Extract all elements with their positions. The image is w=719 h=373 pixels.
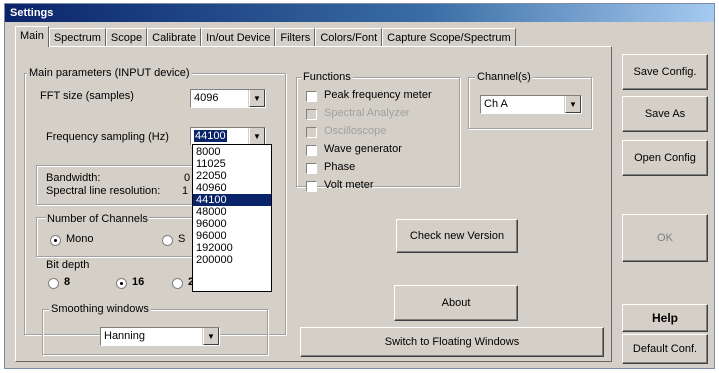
freq-option[interactable]: 96000 [193, 230, 271, 242]
peak-frequency-label: Peak frequency meter [324, 89, 432, 101]
open-config-button[interactable]: Open Config [622, 140, 708, 176]
chevron-down-icon[interactable]: ▼ [565, 96, 581, 113]
freq-option[interactable]: 200000 [193, 254, 271, 266]
stereo-radio[interactable] [162, 235, 173, 246]
check-new-version-button[interactable]: Check new Version [396, 219, 518, 253]
channel-select[interactable]: Ch A ▼ [480, 95, 582, 114]
default-conf-button[interactable]: Default Conf. [622, 334, 708, 364]
spectral-resolution-label: Spectral line resolution: [46, 185, 161, 197]
tab-spectrum[interactable]: Spectrum [48, 28, 106, 47]
freq-option[interactable]: 96000 [193, 218, 271, 230]
tab-strip: Main Spectrum Scope Calibrate In/out Dev… [15, 26, 516, 47]
main-parameters-title: Main parameters (INPUT device) [27, 67, 192, 79]
channels-title: Number of Channels [46, 213, 149, 225]
oscilloscope-label: Oscilloscope [324, 125, 387, 137]
bandwidth-label: Bandwidth: [46, 172, 101, 184]
frequency-sampling-value: 44100 [194, 130, 227, 142]
phase-label: Phase [324, 161, 356, 173]
freq-option[interactable]: 48000 [193, 206, 271, 218]
switch-floating-windows-button[interactable]: Switch to Floating Windows [300, 327, 604, 357]
about-button[interactable]: About [394, 285, 518, 321]
wave-generator-checkbox[interactable] [306, 145, 317, 156]
bit-8-label: 8 [64, 276, 71, 288]
save-config-button[interactable]: Save Config. [622, 54, 708, 90]
fft-size-value: 4096 [194, 92, 219, 104]
settings-window: Settings Main Spectrum Scope Calibrate I… [4, 3, 715, 369]
chevron-down-icon[interactable]: ▼ [249, 90, 265, 107]
freq-option[interactable]: 11025 [193, 158, 271, 170]
bit-depth-title: Bit depth [46, 259, 90, 271]
tab-main[interactable]: Main [15, 26, 49, 47]
mono-label: Mono [66, 233, 94, 245]
freq-option[interactable]: 8000 [193, 146, 271, 158]
save-as-button[interactable]: Save As [622, 96, 708, 132]
smoothing-title: Smoothing windows [49, 303, 151, 315]
frequency-dropdown-list[interactable]: 8000 11025 22050 40960 44100 48000 96000… [192, 144, 272, 292]
stereo-label: S [178, 233, 186, 245]
oscilloscope-checkbox[interactable] [306, 127, 317, 138]
freq-option[interactable]: 192000 [193, 242, 271, 254]
main-tab-panel: Main parameters (INPUT device) FFT size … [15, 46, 612, 362]
mono-radio[interactable] [50, 235, 61, 246]
freq-option[interactable]: 40960 [193, 182, 271, 194]
help-button[interactable]: Help [622, 304, 708, 332]
window-title: Settings [5, 4, 714, 22]
frequency-sampling-label: Frequency sampling (Hz) [46, 131, 169, 143]
wave-generator-label: Wave generator [324, 143, 402, 155]
bit-24-radio[interactable] [172, 278, 183, 289]
volt-meter-checkbox[interactable] [306, 181, 317, 192]
fft-size-label: FFT size (samples) [40, 90, 134, 102]
tab-inout-device[interactable]: In/out Device [201, 28, 276, 47]
tab-colors-font[interactable]: Colors/Font [315, 28, 383, 47]
ok-button[interactable]: OK [622, 214, 708, 262]
phase-checkbox[interactable] [306, 163, 317, 174]
bit-16-label: 16 [132, 276, 145, 288]
tab-capture[interactable]: Capture Scope/Spectrum [382, 28, 516, 47]
channel-sel-title: Channel(s) [475, 71, 533, 83]
volt-meter-label: Volt meter [324, 179, 374, 191]
chevron-down-icon[interactable]: ▼ [249, 128, 265, 145]
bandwidth-value: 0 [184, 172, 191, 184]
smoothing-value: Hanning [104, 330, 145, 342]
tab-filters[interactable]: Filters [275, 28, 316, 47]
channel-value: Ch A [484, 98, 508, 110]
bit-8-radio[interactable] [48, 278, 59, 289]
chevron-down-icon[interactable]: ▼ [203, 328, 219, 345]
spectral-analyzer-label: Spectral Analyzer [324, 107, 410, 119]
tab-scope[interactable]: Scope [105, 28, 148, 47]
spectral-resolution-value: 1 [182, 185, 189, 197]
freq-option-selected[interactable]: 44100 [193, 194, 271, 206]
functions-title: Functions [301, 71, 353, 83]
freq-option[interactable]: 22050 [193, 170, 271, 182]
smoothing-select[interactable]: Hanning ▼ [100, 327, 220, 346]
bit-16-radio[interactable] [116, 278, 127, 289]
tab-calibrate[interactable]: Calibrate [147, 28, 202, 47]
peak-frequency-checkbox[interactable] [306, 91, 317, 102]
spectral-analyzer-checkbox[interactable] [306, 109, 317, 120]
fft-size-select[interactable]: 4096 ▼ [190, 89, 266, 108]
